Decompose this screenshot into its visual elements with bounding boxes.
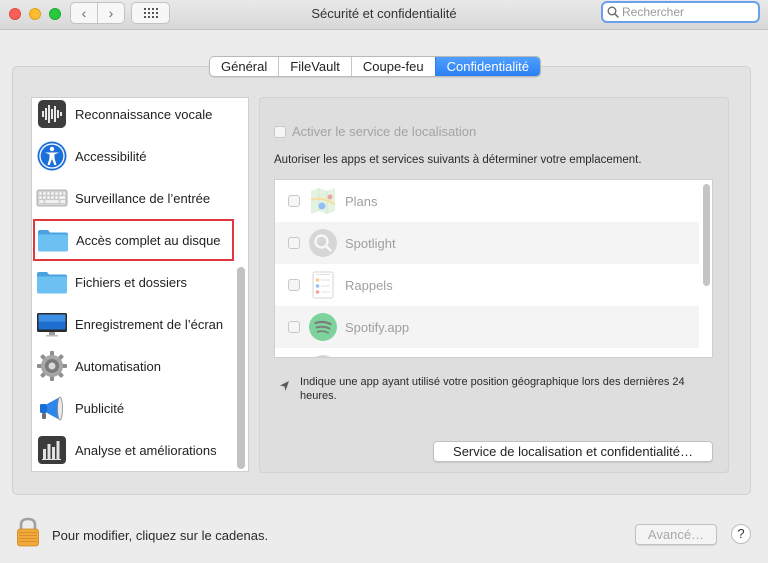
grid-icon xyxy=(143,8,158,18)
bar-chart-icon xyxy=(38,436,66,464)
sidebar-item-accessibility[interactable]: Accessibilité xyxy=(32,135,242,177)
back-button[interactable]: ‹ xyxy=(71,3,97,23)
checkbox-label: Activer le service de localisation xyxy=(292,124,477,139)
forward-button[interactable]: › xyxy=(97,3,124,23)
chevron-right-icon: › xyxy=(108,5,114,21)
note-text: Indique une app ayant utilisé votre posi… xyxy=(300,376,685,402)
keyboard-icon xyxy=(36,189,68,207)
sidebar-item-full-disk-access[interactable]: Accès complet au disque xyxy=(33,219,234,261)
sidebar-item-automation[interactable]: Automatisation xyxy=(32,345,242,387)
preferences-window: ‹ › Sécurité et confidentialité Généra xyxy=(0,0,768,563)
app-checkbox[interactable] xyxy=(288,195,300,207)
location-arrow-icon xyxy=(280,381,289,391)
zoom-window-button[interactable] xyxy=(49,8,61,20)
sidebar-item-label: Reconnaissance vocale xyxy=(75,106,213,122)
folder-icon xyxy=(37,272,67,294)
app-row-partial xyxy=(275,348,699,357)
spotlight-icon xyxy=(309,229,337,257)
app-row-spotify[interactable]: Spotify.app xyxy=(275,306,699,348)
title-bar: ‹ › Sécurité et confidentialité xyxy=(0,0,768,30)
sidebar-item-input-monitoring[interactable]: Surveillance de l’entrée xyxy=(32,177,242,219)
app-checkbox[interactable] xyxy=(288,237,300,249)
app-row-spotlight[interactable]: Spotlight xyxy=(275,222,699,264)
search-field[interactable] xyxy=(601,1,760,23)
accessibility-icon xyxy=(37,141,67,171)
sidebar-item-label: Enregistrement de l’écran xyxy=(75,316,224,332)
app-name: Spotify.app xyxy=(345,319,410,335)
sidebar-item-analytics[interactable]: Analyse et améliorations xyxy=(32,429,242,471)
waveform-icon xyxy=(38,100,66,128)
tab-bar: Général FileVault Coupe-feu Confidential… xyxy=(209,56,541,77)
sidebar-item-label: Analyse et améliorations xyxy=(75,442,217,458)
sidebar-item-label: Accessibilité xyxy=(75,148,147,164)
chevron-left-icon: ‹ xyxy=(81,5,87,21)
sidebar-item-label: Fichiers et dossiers xyxy=(75,274,187,290)
app-icon xyxy=(315,355,331,357)
tab-filevault[interactable]: FileVault xyxy=(278,57,351,76)
close-window-button[interactable] xyxy=(9,8,21,20)
sidebar-item-label: Publicité xyxy=(75,400,125,416)
sidebar-item-screen-recording[interactable]: Enregistrement de l’écran xyxy=(32,303,242,345)
sidebar-scrollbar[interactable] xyxy=(237,267,245,469)
sidebar-item-speech-recognition[interactable]: Reconnaissance vocale xyxy=(32,98,242,135)
spotify-icon xyxy=(309,313,337,341)
gear-icon xyxy=(37,351,67,381)
advanced-button[interactable]: Avancé… xyxy=(635,524,717,545)
app-list-scrollbar[interactable] xyxy=(703,184,710,286)
show-all-button[interactable] xyxy=(131,2,170,24)
minimize-window-button[interactable] xyxy=(29,8,41,20)
sidebar-item-advertising[interactable]: Publicité xyxy=(32,387,242,429)
search-input[interactable] xyxy=(622,5,750,19)
lock-icon[interactable] xyxy=(16,517,40,547)
tab-general[interactable]: Général xyxy=(210,57,278,76)
folder-icon xyxy=(38,230,68,252)
megaphone-icon xyxy=(40,396,63,421)
privacy-category-list[interactable]: Reconnaissance vocale Accessibilité Surv… xyxy=(31,97,249,472)
location-app-list[interactable]: Plans Spotlight Rappels Spotify.app xyxy=(274,179,713,358)
checkbox-box[interactable] xyxy=(274,125,286,138)
location-description: Autoriser les apps et services suivants … xyxy=(274,154,642,166)
sidebar-item-label: Accès complet au disque xyxy=(76,232,221,248)
reminders-icon xyxy=(312,271,334,299)
search-icon xyxy=(607,6,619,18)
sidebar-item-label: Surveillance de l’entrée xyxy=(75,190,211,206)
tab-privacy[interactable]: Confidentialité xyxy=(434,57,540,76)
app-checkbox[interactable] xyxy=(288,279,300,291)
app-name: Plans xyxy=(345,193,378,209)
help-button[interactable]: ? xyxy=(731,524,751,544)
maps-icon xyxy=(310,188,336,214)
app-row-rappels[interactable]: Rappels xyxy=(275,264,699,306)
tab-firewall[interactable]: Coupe-feu xyxy=(350,57,435,76)
display-icon xyxy=(37,313,67,337)
app-row-plans[interactable]: Plans xyxy=(275,180,699,222)
location-note: Indique une app ayant utilisé votre posi… xyxy=(279,375,720,403)
app-name: Spotlight xyxy=(345,235,396,251)
app-checkbox[interactable] xyxy=(288,321,300,333)
sidebar-item-files-and-folders[interactable]: Fichiers et dossiers xyxy=(32,261,242,303)
app-name: Rappels xyxy=(345,277,393,293)
sidebar-item-label: Automatisation xyxy=(75,358,161,374)
location-privacy-details-button[interactable]: Service de localisation et confidentiali… xyxy=(433,441,713,462)
lock-hint: Pour modifier, cliquez sur le cadenas. xyxy=(52,528,269,543)
navigation-group: ‹ › xyxy=(70,2,125,24)
enable-location-checkbox[interactable]: Activer le service de localisation xyxy=(274,124,476,139)
